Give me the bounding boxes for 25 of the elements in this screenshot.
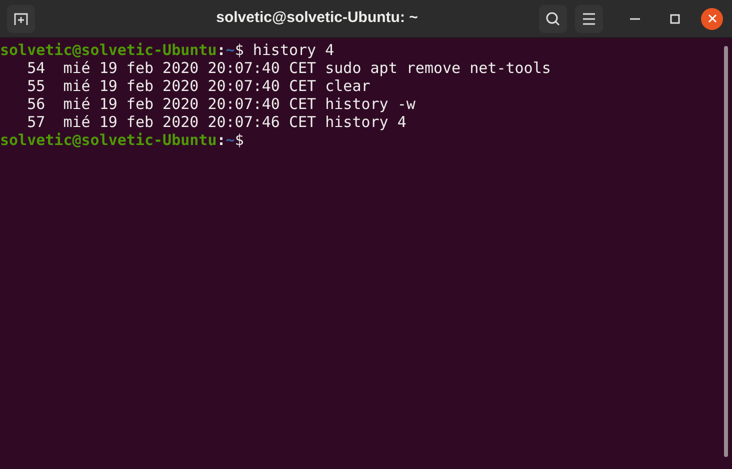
- output-line: 54 mié 19 feb 2020 20:07:40 CET sudo apt remove net-tools: [26, 59, 551, 77]
- scrollbar[interactable]: [724, 46, 728, 457]
- maximize-icon: [670, 14, 680, 24]
- menu-icon: [582, 12, 596, 24]
- menu-button[interactable]: [575, 4, 603, 32]
- prompt-symbol: $: [234, 131, 244, 149]
- minimize-icon: [630, 18, 640, 20]
- search-button[interactable]: [539, 4, 567, 32]
- new-tab-button[interactable]: [7, 4, 35, 32]
- prompt-separator: :: [216, 41, 226, 59]
- command-text: history 4: [252, 41, 334, 59]
- prompt-user-host: solvetic@solvetic-Ubuntu: [0, 41, 217, 59]
- window-title: solvetic@solvetic-Ubuntu: ~: [216, 8, 418, 28]
- new-tab-icon: [13, 10, 29, 26]
- prompt-user-host: solvetic@solvetic-Ubuntu: [0, 131, 217, 149]
- prompt-path: ~: [226, 131, 235, 149]
- prompt-separator: :: [216, 131, 226, 149]
- output-line: 56 mié 19 feb 2020 20:07:40 CET history -w: [26, 95, 416, 113]
- prompt-path: ~: [226, 41, 235, 59]
- output-line: 57 mié 19 feb 2020 20:07:46 CET history 4: [26, 113, 406, 131]
- close-icon: [708, 14, 716, 23]
- prompt-symbol: $: [234, 41, 244, 59]
- close-button[interactable]: [701, 8, 723, 30]
- search-icon: [545, 10, 561, 26]
- output-line: 55 mié 19 feb 2020 20:07:40 CET clear: [26, 77, 370, 95]
